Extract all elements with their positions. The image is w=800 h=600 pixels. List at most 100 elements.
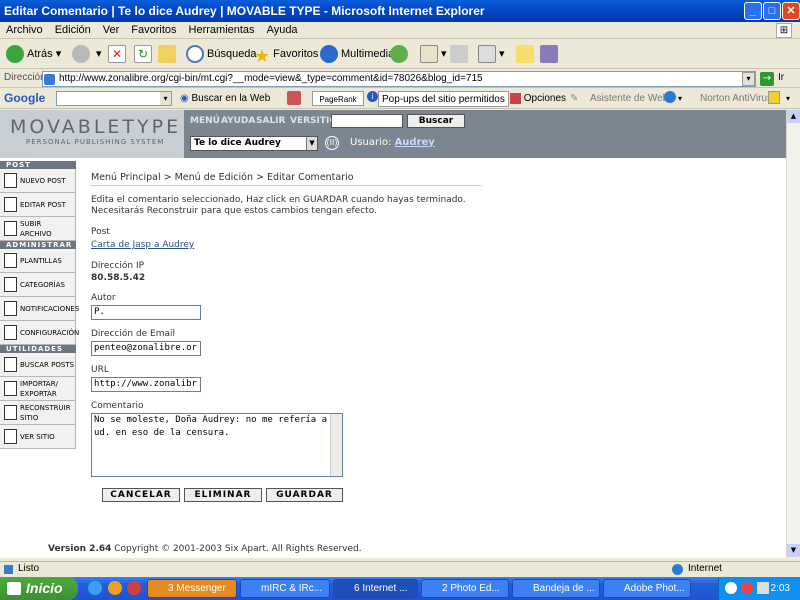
print-button[interactable] [450,43,471,65]
task-mirc[interactable]: mIRC & IRc... [240,579,330,598]
options-button[interactable]: Opciones [510,91,566,106]
close-button[interactable]: ✕ [782,2,800,20]
go-arrow-icon[interactable]: → [760,72,774,86]
go-blog-button[interactable]: (II) [325,136,339,150]
globe-dropdown-icon[interactable]: ▾ [678,91,682,106]
popups-allowed-button[interactable]: Pop-ups del sitio permitidos [378,91,509,107]
nav-help[interactable]: AYUDA [221,116,255,126]
quicklaunch-ie-icon[interactable] [88,581,102,595]
logo-main-text: MOVABLETYPE [10,116,182,138]
menu-archivo[interactable]: Archivo [0,22,49,39]
upload-icon [4,221,17,236]
norton-dropdown-icon[interactable]: ▾ [786,91,790,106]
nav-view-site[interactable]: VERSITIO [290,116,337,126]
blog-select[interactable]: Te lo dice Audrey ▼ [190,136,318,151]
page-scrollbar[interactable]: ▲ ▼ [786,110,800,558]
history-button[interactable] [390,43,411,65]
search-posts-icon [4,357,17,372]
menu-ver[interactable]: Ver [97,22,126,39]
mail-button[interactable]: ▾ [420,43,447,65]
media-button[interactable]: Multimedia [320,43,394,65]
post-link[interactable]: Carta de Jasp a Audrey [91,240,194,251]
delete-button[interactable]: ELIMINAR [184,488,262,502]
user-link[interactable]: Audrey [395,137,435,148]
web-assistant-button[interactable]: Asistente de Web [590,91,668,106]
messenger-button[interactable] [516,43,537,65]
sidebar-item-subir-archivo[interactable]: SUBIR ARCHIVO [0,217,76,241]
google-logo[interactable]: Google [4,91,45,106]
sidebar-head-post: POST [0,161,76,169]
sidebar-item-plantillas[interactable]: PLANTILLAS [0,249,76,273]
task-bandeja[interactable]: Bandeja de ... [512,579,600,598]
email-field[interactable]: penteo@zonalibre.or [91,341,201,356]
sidebar-head-utilidades: UTILIDADES [0,345,76,353]
menu-ayuda[interactable]: Ayuda [261,22,304,39]
task-internet-explorer[interactable]: 6 Internet ... [333,579,418,598]
instructions-line-2: Necesitarás Reconstruir para que estos c… [91,206,377,216]
nav-menu[interactable]: MENÚ [190,116,220,126]
refresh-button[interactable]: ↻ [134,43,155,65]
nav-logout[interactable]: SALIR [256,116,285,126]
norton-antivirus-button[interactable]: Norton AntiVirus [700,91,772,106]
comment-textarea[interactable]: No se moleste, Doña Audrey: no me referí… [91,413,343,477]
tray-icon-1[interactable] [725,582,737,594]
comment-scrollbar[interactable] [330,414,342,476]
url-field[interactable]: http://www.zonalibr [91,377,201,392]
quicklaunch-app-icon[interactable] [127,581,141,595]
research-button[interactable] [540,43,561,65]
edit-button[interactable]: ▾ [478,43,505,65]
cancel-button[interactable]: CANCELAR [102,488,180,502]
sidebar-item-reconstruir-sitio[interactable]: RECONSTRUIR SITIO [0,401,76,425]
sidebar-item-editar-post[interactable]: EDITAR POST [0,193,76,217]
scroll-down-button[interactable]: ▼ [787,544,800,557]
breadcrumb-menu-principal[interactable]: Menú Principal [91,172,161,183]
sidebar-item-ver-sitio[interactable]: VER SITIO [0,425,76,449]
menu-herramientas[interactable]: Herramientas [183,22,261,39]
save-button[interactable]: GUARDAR [266,488,343,502]
menu-edicion[interactable]: Edición [49,22,97,39]
stop-button[interactable]: ✕ [108,43,129,65]
url-input[interactable]: http://www.zonalibre.org/cgi-bin/mt.cgi?… [42,71,756,87]
task-adobe-photoshop[interactable]: Adobe Phot... [603,579,691,598]
menu-favoritos[interactable]: Favoritos [125,22,182,39]
sidebar-item-nuevo-post[interactable]: NUEVO POST [0,169,76,193]
address-dropdown-button[interactable]: ▾ [742,72,755,86]
google-dropdown-icon[interactable]: ▾ [160,92,171,105]
quicklaunch-messenger-icon[interactable] [108,581,122,595]
movabletype-logo[interactable]: MOVABLETYPE PERSONAL PUBLISHING SYSTEM [0,110,184,158]
sidebar: POST NUEVO POST EDITAR POST SUBIR ARCHIV… [0,161,79,461]
start-button[interactable]: Inicio [0,577,78,600]
mt-search-input[interactable] [331,114,403,128]
sidebar-item-notificaciones[interactable]: NOTIFICACIONES [0,297,79,321]
chevron-down-icon: ▼ [306,137,317,150]
breadcrumb-menu-edicion[interactable]: Menú de Edición [175,172,253,183]
google-search-input[interactable] [56,91,172,106]
new-post-icon [4,173,17,188]
search-web-button[interactable]: ◉ Buscar en la Web [180,91,270,106]
pagerank-indicator[interactable]: PageRank [312,91,364,106]
home-button[interactable] [158,43,179,65]
back-button[interactable]: Atrás ▾ [6,43,61,65]
volume-icon[interactable] [757,582,769,594]
sidebar-item-categorias[interactable]: CATEGORÍAS [0,273,76,297]
forward-button[interactable]: ▾ [72,43,102,65]
task-messenger[interactable]: 3 Messenger [147,579,237,598]
maximize-button[interactable]: □ [763,2,781,20]
favorites-button[interactable]: ★ Favoritos [254,43,318,66]
tray-icon-2[interactable] [741,582,753,594]
scroll-up-button[interactable]: ▲ [787,110,800,123]
minimize-button[interactable]: _ [744,2,762,20]
search-button[interactable]: Búsqueda [186,43,257,65]
go-button[interactable]: Ir [778,72,784,83]
mt-search-button[interactable]: Buscar [407,114,465,128]
browser-toolbar: Atrás ▾ ▾ ✕ ↻ Búsqueda ★ Favoritos Multim… [0,39,800,69]
task-photo-editor[interactable]: 2 Photo Ed... [421,579,509,598]
info-icon[interactable]: i [367,91,378,102]
sidebar-item-configuracion[interactable]: CONFIGURACIÓN [0,321,79,345]
author-label: Autor [91,293,116,303]
user-info: Usuario: Audrey [350,137,435,148]
news-icon[interactable] [287,91,301,105]
sidebar-item-importar-exportar[interactable]: IMPORTAR/ EXPORTAR [0,377,76,401]
sidebar-item-buscar-posts[interactable]: BUSCAR POSTS [0,353,76,377]
author-field[interactable]: P. [91,305,201,320]
